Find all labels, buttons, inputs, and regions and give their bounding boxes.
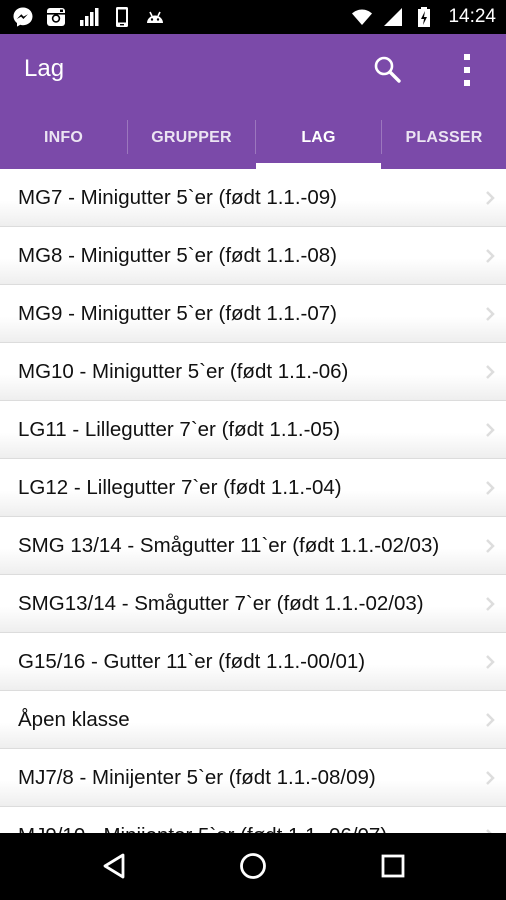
chevron-right-icon (486, 771, 495, 785)
tab-lag[interactable]: LAG (256, 106, 381, 169)
list-item-label: LG11 - Lillegutter 7`er (født 1.1.-05) (18, 418, 341, 441)
back-icon[interactable] (98, 850, 130, 882)
list-item[interactable]: Åpen klasse (0, 691, 506, 749)
chevron-right-icon (486, 307, 495, 321)
instagram-icon (47, 8, 65, 26)
phone-icon (116, 7, 128, 27)
system-icons: 14:24 (351, 6, 496, 28)
team-list: MG7 - Minigutter 5`er (født 1.1.-09) MG8… (0, 169, 506, 833)
navigation-bar (0, 833, 506, 900)
list-item[interactable]: MJ9/10 - Minijenter 5`er (født 1.1.-06/0… (0, 807, 506, 833)
list-item[interactable]: MG8 - Minigutter 5`er (født 1.1.-08) (0, 227, 506, 285)
tab-label: INFO (43, 128, 84, 146)
signal-bars-icon (80, 8, 99, 26)
android-icon (147, 11, 163, 23)
list-item[interactable]: MG7 - Minigutter 5`er (født 1.1.-09) (0, 169, 506, 227)
chevron-right-icon (486, 249, 495, 263)
cell-signal-icon (384, 8, 403, 26)
status-time: 14:24 (448, 6, 496, 27)
tab-label: PLASSER (405, 128, 483, 146)
list-item-label: MJ7/8 - Minijenter 5`er (født 1.1.-08/09… (18, 766, 376, 789)
list-item-label: MG10 - Minigutter 5`er (født 1.1.-06) (18, 360, 349, 383)
home-icon[interactable] (237, 850, 269, 882)
tab-bar: INFO GRUPPER LAG PLASSER (0, 106, 506, 169)
list-item-label: Åpen klasse (18, 708, 130, 731)
page-title: Lag (24, 55, 65, 82)
chevron-right-icon (486, 423, 495, 437)
list-item[interactable]: LG11 - Lillegutter 7`er (født 1.1.-05) (0, 401, 506, 459)
messenger-icon (13, 7, 33, 27)
chevron-right-icon (486, 597, 495, 611)
chevron-right-icon (486, 655, 495, 669)
tab-grupper[interactable]: GRUPPER (128, 106, 255, 169)
chevron-right-icon (486, 191, 495, 205)
recents-icon[interactable] (377, 850, 409, 882)
status-bar: 14:24 (0, 0, 506, 34)
list-item-label: MG9 - Minigutter 5`er (født 1.1.-07) (18, 302, 337, 325)
list-item[interactable]: LG12 - Lillegutter 7`er (født 1.1.-04) (0, 459, 506, 517)
list-item[interactable]: MG9 - Minigutter 5`er (født 1.1.-07) (0, 285, 506, 343)
list-item[interactable]: G15/16 - Gutter 11`er (født 1.1.-00/01) (0, 633, 506, 691)
chevron-right-icon (486, 713, 495, 727)
list-item[interactable]: MJ7/8 - Minijenter 5`er (født 1.1.-08/09… (0, 749, 506, 807)
chevron-right-icon (486, 365, 495, 379)
tab-plasser[interactable]: PLASSER (382, 106, 506, 169)
list-item-label: SMG 13/14 - Smågutter 11`er (født 1.1.-0… (18, 534, 440, 557)
chevron-right-icon (486, 481, 495, 495)
list-item-label: SMG13/14 - Smågutter 7`er (født 1.1.-02/… (18, 592, 424, 615)
list-item[interactable]: SMG13/14 - Smågutter 7`er (født 1.1.-02/… (0, 575, 506, 633)
battery-charging-icon (418, 7, 431, 27)
list-item[interactable]: SMG 13/14 - Smågutter 11`er (født 1.1.-0… (0, 517, 506, 575)
wifi-icon (352, 9, 373, 25)
tab-label: GRUPPER (151, 128, 232, 146)
tab-label: LAG (301, 128, 336, 146)
list-item-label: G15/16 - Gutter 11`er (født 1.1.-00/01) (18, 650, 366, 673)
search-icon[interactable] (372, 54, 404, 86)
list-item-label: MG8 - Minigutter 5`er (født 1.1.-08) (18, 244, 337, 267)
notification-icons (12, 6, 166, 28)
list-item-label: LG12 - Lillegutter 7`er (født 1.1.-04) (18, 476, 342, 499)
list-item-label: MG7 - Minigutter 5`er (født 1.1.-09) (18, 186, 337, 209)
overflow-menu-icon[interactable] (452, 50, 482, 90)
chevron-right-icon (486, 539, 495, 553)
tab-info[interactable]: INFO (0, 106, 127, 169)
list-item[interactable]: MG10 - Minigutter 5`er (født 1.1.-06) (0, 343, 506, 401)
app-bar: Lag (0, 34, 506, 106)
list-item-label: MJ9/10 - Minijenter 5`er (født 1.1.-06/0… (18, 807, 387, 833)
